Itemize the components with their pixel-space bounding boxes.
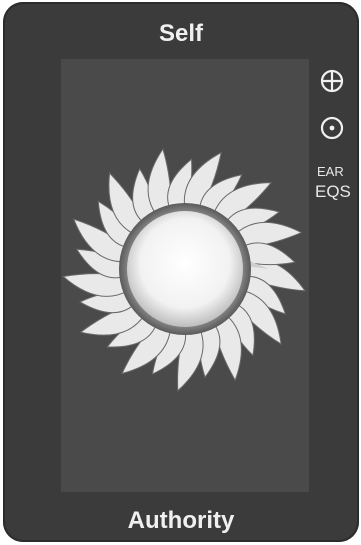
side-label-eqs: EQS [315, 182, 351, 201]
sun-icon [62, 147, 307, 392]
target-dot-icon[interactable] [319, 115, 345, 141]
sun-core [127, 211, 243, 327]
crosshair-icon[interactable] [319, 68, 345, 94]
card-title: Self [158, 20, 203, 47]
profile-card: Self EAR EQS Authority [3, 2, 359, 542]
image-panel [61, 59, 309, 492]
card-subtitle: Authority [127, 507, 235, 534]
side-label-ear: EAR [317, 164, 344, 179]
